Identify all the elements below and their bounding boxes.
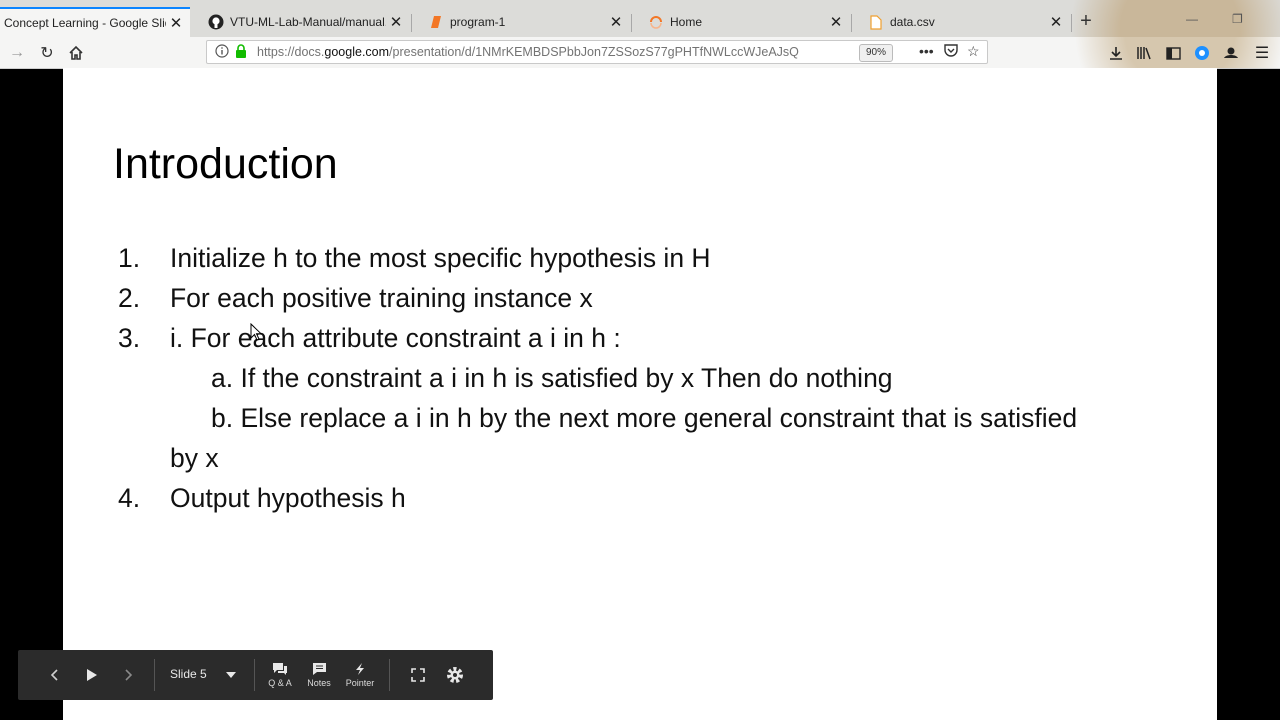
info-icon[interactable] bbox=[215, 44, 229, 63]
gear-icon[interactable] bbox=[442, 650, 468, 700]
url-text[interactable]: https://docs.google.com/presentation/d/1… bbox=[257, 45, 827, 59]
list-text: For each positive training instance x bbox=[170, 283, 593, 313]
tab-label: VTU-ML-Lab-Manual/manual.p bbox=[230, 15, 386, 29]
library-icon[interactable] bbox=[1134, 43, 1154, 63]
minimize-icon[interactable]: — bbox=[1186, 12, 1198, 26]
notes-label: Notes bbox=[307, 678, 331, 688]
jupyter-notebook-icon bbox=[428, 14, 444, 30]
new-tab-plus-icon[interactable]: + bbox=[1075, 10, 1097, 33]
github-icon bbox=[208, 14, 224, 30]
toolbar-divider bbox=[154, 659, 155, 691]
bookmark-star-icon[interactable]: ☆ bbox=[967, 43, 980, 60]
close-icon[interactable]: ✕ bbox=[606, 13, 626, 31]
close-icon[interactable]: ✕ bbox=[1046, 13, 1066, 31]
pointer-button[interactable]: Pointer bbox=[340, 650, 380, 700]
sidebar-icon[interactable] bbox=[1163, 43, 1183, 63]
chevron-down-icon[interactable] bbox=[222, 650, 240, 700]
lock-icon[interactable] bbox=[234, 44, 248, 64]
tab-data-csv[interactable]: data.csv ✕ bbox=[852, 7, 1070, 37]
qa-icon bbox=[273, 663, 287, 675]
list-text: Output hypothesis h bbox=[170, 483, 406, 513]
presentation-toolbar: Slide 5 Q & A Notes Pointer bbox=[18, 650, 493, 700]
jupyter-loading-icon bbox=[648, 14, 664, 30]
back-arrow-icon[interactable]: → bbox=[6, 42, 28, 64]
toolbar-divider bbox=[389, 659, 390, 691]
list-number: 2. bbox=[118, 283, 141, 313]
tab-label: data.csv bbox=[890, 15, 935, 29]
slide-selector[interactable]: Slide 5 bbox=[170, 667, 207, 681]
play-icon[interactable] bbox=[81, 650, 103, 700]
menu-icon[interactable]: ☰ bbox=[1252, 43, 1272, 63]
navigation-toolbar: → ↻ https://docs.google.com/presentation… bbox=[0, 37, 1280, 69]
url-prefix: https://docs. bbox=[257, 45, 325, 59]
list-text: a. If the constraint a i in h is satisfi… bbox=[211, 363, 893, 393]
tab-home[interactable]: Home ✕ bbox=[632, 7, 850, 37]
reload-icon[interactable]: ↻ bbox=[36, 42, 58, 64]
mouse-cursor-icon bbox=[250, 322, 263, 346]
tab-program-1[interactable]: program-1 ✕ bbox=[412, 7, 630, 37]
url-domain: google.com bbox=[324, 45, 390, 59]
list-text: b. Else replace a i in h by the next mor… bbox=[211, 403, 1078, 433]
page-actions-icon[interactable]: ••• bbox=[919, 43, 934, 59]
slide-number-label: Slide 5 bbox=[170, 667, 207, 681]
next-slide-icon[interactable] bbox=[117, 650, 139, 700]
address-bar[interactable]: https://docs.google.com/presentation/d/1… bbox=[206, 40, 988, 64]
qa-label: Q & A bbox=[268, 678, 292, 688]
qa-button[interactable]: Q & A bbox=[264, 650, 296, 700]
restore-icon[interactable]: ❐ bbox=[1232, 12, 1243, 26]
toolbar-divider bbox=[254, 659, 255, 691]
tab-label: Home bbox=[670, 15, 703, 29]
zoom-indicator[interactable]: 90% bbox=[859, 44, 894, 62]
tab-separator bbox=[1071, 14, 1072, 32]
notes-button[interactable]: Notes bbox=[302, 650, 336, 700]
list-number: 1. bbox=[118, 243, 141, 273]
pocket-icon[interactable] bbox=[944, 43, 958, 60]
list-number: 4. bbox=[118, 483, 141, 513]
slide-title: Introduction bbox=[113, 140, 338, 188]
close-icon[interactable]: ✕ bbox=[166, 14, 186, 32]
tab-label: Concept Learning - Google Slid bbox=[4, 16, 166, 30]
tab-label: program-1 bbox=[450, 15, 506, 29]
notes-icon bbox=[312, 663, 326, 675]
list-text: i. For each attribute constraint a i in … bbox=[170, 323, 621, 353]
tab-github-manual[interactable]: VTU-ML-Lab-Manual/manual.p ✕ bbox=[192, 7, 410, 37]
list-number: 3. bbox=[118, 323, 141, 353]
slide-canvas: Introduction 1. Initialize h to the most… bbox=[63, 68, 1217, 720]
list-text: by x bbox=[170, 443, 219, 473]
home-icon[interactable] bbox=[65, 42, 87, 64]
file-icon bbox=[868, 14, 884, 30]
screenshot-extension-icon[interactable] bbox=[1192, 43, 1212, 63]
previous-slide-icon[interactable] bbox=[44, 650, 66, 700]
pointer-label: Pointer bbox=[345, 678, 375, 688]
close-icon[interactable]: ✕ bbox=[826, 13, 846, 31]
close-icon[interactable]: ✕ bbox=[386, 13, 406, 31]
downloads-icon[interactable] bbox=[1106, 43, 1126, 63]
fullscreen-icon[interactable] bbox=[407, 650, 429, 700]
tab-strip: Concept Learning - Google Slid ✕ VTU-ML-… bbox=[0, 0, 1280, 38]
laser-pointer-icon bbox=[356, 663, 364, 675]
account-icon[interactable] bbox=[1221, 43, 1241, 63]
url-path: /presentation/d/1NMrKEMBDSPbbJon7ZSSozS7… bbox=[389, 45, 799, 59]
list-text: Initialize h to the most specific hypoth… bbox=[170, 243, 711, 273]
tab-concept-learning[interactable]: Concept Learning - Google Slid ✕ bbox=[0, 7, 190, 37]
